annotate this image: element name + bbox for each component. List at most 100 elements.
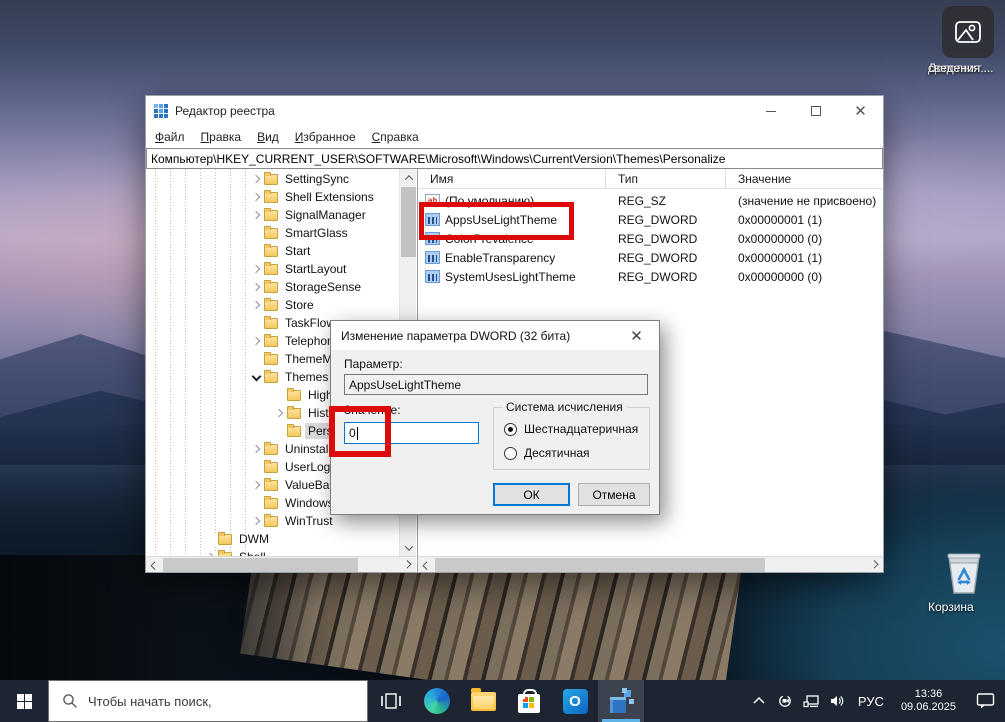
scrollbar-thumb[interactable] <box>163 558 358 572</box>
radio-selected-icon[interactable] <box>504 423 517 436</box>
base-group: Система исчисления Шестнадцатеричная Дес… <box>493 407 650 470</box>
folder-icon <box>264 318 278 329</box>
tray-show-hidden-icons-button[interactable] <box>746 680 772 722</box>
maximize-button[interactable] <box>793 96 838 126</box>
radio-hex-label: Шестнадцатеричная <box>524 422 638 436</box>
chevron-collapsed-icon[interactable] <box>250 173 263 186</box>
highlight-box-value-input <box>329 406 391 457</box>
folder-icon <box>264 498 278 509</box>
tree-horizontal-scrollbar[interactable] <box>146 556 416 572</box>
dialog-close-button[interactable]: ✕ <box>614 321 659 350</box>
column-header-имя[interactable]: Имя <box>418 169 606 188</box>
tree-item-store[interactable]: Store <box>146 296 399 314</box>
menu-item-вид[interactable]: Вид <box>257 130 279 144</box>
dialog-title: Изменение параметра DWORD (32 бита) <box>341 329 570 343</box>
folder-icon <box>264 264 278 275</box>
tree-item-settingsync[interactable]: SettingSync <box>146 170 399 188</box>
radio-hexadecimal[interactable]: Шестнадцатеричная <box>504 422 638 436</box>
chevron-expanded-icon[interactable] <box>250 371 263 384</box>
chevron-collapsed-icon[interactable] <box>250 209 263 222</box>
chevron-collapsed-icon[interactable] <box>250 299 263 312</box>
value-row-enabletransparency[interactable]: EnableTransparencyREG_DWORD0x00000001 (1… <box>418 248 883 267</box>
chevron-collapsed-icon[interactable] <box>250 191 263 204</box>
registry-editor-icon <box>608 688 634 714</box>
start-button[interactable] <box>0 680 48 722</box>
column-header-значение[interactable]: Значение <box>726 169 883 188</box>
taskbar-search-input[interactable]: Чтобы начать поиск, <box>48 680 368 722</box>
tree-item-startlayout[interactable]: StartLayout <box>146 260 399 278</box>
chevron-collapsed-icon[interactable] <box>250 335 263 348</box>
value-name: SystemUsesLightTheme <box>445 270 576 284</box>
microsoft-logo-icon <box>523 697 535 709</box>
chevron-collapsed-icon[interactable] <box>250 479 263 492</box>
folder-icon <box>218 534 232 545</box>
chevron-collapsed-icon[interactable] <box>250 263 263 276</box>
action-center-button[interactable] <box>965 680 1005 722</box>
scroll-right-icon[interactable] <box>400 557 416 573</box>
chevron-collapsed-icon[interactable] <box>273 407 286 420</box>
tree-item-signalmanager[interactable]: SignalManager <box>146 206 399 224</box>
folder-icon <box>264 444 278 455</box>
chevron-collapsed-icon[interactable] <box>250 443 263 456</box>
close-icon: ✕ <box>630 327 643 345</box>
desktop-icon-recycle-bin[interactable]: Корзина <box>928 547 1000 597</box>
chevron-collapsed-icon[interactable] <box>250 515 263 528</box>
tree-item-label: DWM <box>236 531 272 547</box>
language-indicator[interactable]: РУС <box>850 694 892 709</box>
tree-item-storagesense[interactable]: StorageSense <box>146 278 399 296</box>
list-horizontal-scrollbar[interactable] <box>417 556 883 572</box>
desktop-icon-info[interactable]: Дополнит... сведения ... <box>928 6 1005 58</box>
scroll-left-icon[interactable] <box>418 557 434 573</box>
radio-decimal[interactable]: Десятичная <box>504 446 590 460</box>
tray-meet-now-button[interactable] <box>772 680 798 722</box>
value-row-systemuseslighttheme[interactable]: SystemUsesLightThemeREG_DWORD0x00000000 … <box>418 267 883 286</box>
taskbar-clock[interactable]: 13:36 09.06.2025 <box>892 688 965 714</box>
scrollbar-thumb[interactable] <box>435 558 765 572</box>
menu-item-избранное[interactable]: Избранное <box>295 130 356 144</box>
menu-bar: Файл Правка Вид Избранное Справка <box>146 126 883 148</box>
value-type: REG_DWORD <box>606 232 726 246</box>
scroll-right-icon[interactable] <box>867 557 883 573</box>
minimize-button[interactable] <box>748 96 793 126</box>
tray-volume-button[interactable] <box>824 680 850 722</box>
scroll-down-icon[interactable] <box>400 539 417 556</box>
folder-icon <box>264 300 278 311</box>
value-type: REG_SZ <box>606 194 726 208</box>
folder-icon <box>264 480 278 491</box>
menu-item-правка[interactable]: Правка <box>201 130 242 144</box>
value-data: 0x00000001 (1) <box>726 213 883 227</box>
list-header: ИмяТипЗначение <box>418 169 883 189</box>
outlook-button[interactable]: O <box>552 680 598 722</box>
menu-item-файл[interactable]: Файл <box>155 130 185 144</box>
radio-unselected-icon[interactable] <box>504 447 517 460</box>
file-explorer-button[interactable] <box>460 680 506 722</box>
registry-editor-taskbar-button[interactable] <box>598 680 644 722</box>
dialog-titlebar[interactable]: Изменение параметра DWORD (32 бита) <box>331 321 659 350</box>
edge-browser-button[interactable] <box>414 680 460 722</box>
address-bar-input[interactable]: Компьютер\HKEY_CURRENT_USER\SOFTWARE\Mic… <box>146 148 883 169</box>
param-name-field[interactable]: AppsUseLightTheme <box>344 374 648 395</box>
close-button[interactable]: ✕ <box>838 96 883 126</box>
window-titlebar[interactable]: Редактор реестра ✕ <box>146 96 883 126</box>
scroll-left-icon[interactable] <box>146 557 162 573</box>
task-view-button[interactable] <box>368 680 414 722</box>
tree-item-shell-extensions[interactable]: Shell Extensions <box>146 188 399 206</box>
column-header-тип[interactable]: Тип <box>606 169 726 188</box>
value-type: REG_DWORD <box>606 270 726 284</box>
scroll-up-icon[interactable] <box>400 169 417 186</box>
ok-button[interactable]: ОК <box>493 483 570 506</box>
tree-item-shell[interactable]: Shell <box>146 548 399 556</box>
search-placeholder: Чтобы начать поиск, <box>88 694 212 709</box>
tree-item-start[interactable]: Start <box>146 242 399 260</box>
menu-item-справка[interactable]: Справка <box>372 130 419 144</box>
chevron-collapsed-icon[interactable] <box>250 281 263 294</box>
scrollbar-thumb[interactable] <box>401 187 416 257</box>
tray-network-button[interactable] <box>798 680 824 722</box>
outlook-icon: O <box>563 689 588 714</box>
value-name-cell: EnableTransparency <box>418 251 606 265</box>
tree-item-dwm[interactable]: DWM <box>146 530 399 548</box>
store-button[interactable] <box>506 680 552 722</box>
tree-item-smartglass[interactable]: SmartGlass <box>146 224 399 242</box>
cancel-button[interactable]: Отмена <box>578 483 650 506</box>
file-explorer-icon <box>471 692 496 711</box>
